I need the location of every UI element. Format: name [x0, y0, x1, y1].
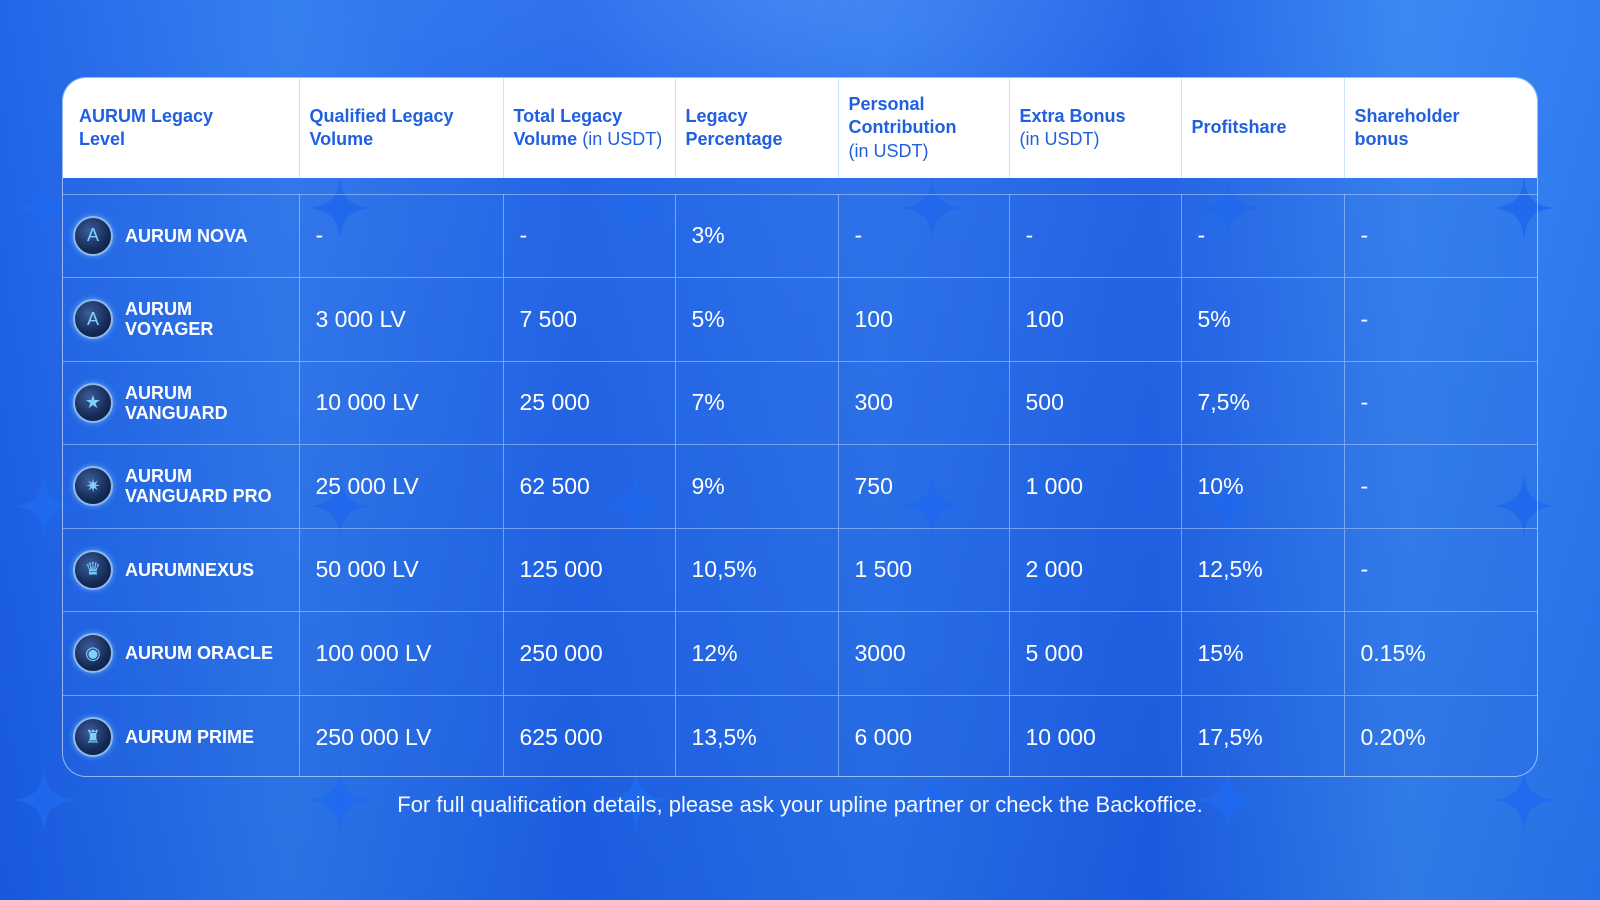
cell-profitshare: 15% [1181, 611, 1345, 695]
table-row: A AURUM NOVA - -3% - - - - [63, 193, 1537, 278]
cell-shareholder: - [1344, 360, 1537, 445]
cell-extra: 5 000 [1009, 611, 1182, 695]
cell-extra: - [1009, 193, 1182, 278]
cell-qualified: 50 000 LV [299, 527, 504, 612]
cell-qualified: 25 000 LV [299, 444, 504, 528]
cell-extra: 500 [1009, 360, 1182, 445]
cell-profitshare: 17,5% [1181, 694, 1345, 776]
cell-total: 7 500 [503, 277, 676, 361]
level-cell: A AURUM NOVA [63, 193, 300, 278]
header-extra-bonus: Extra Bonus (in USDT) [1009, 78, 1182, 178]
cell-percentage: 10,5% [675, 527, 839, 612]
cell-percentage: 9% [675, 444, 839, 528]
cell-profitshare: 10% [1181, 444, 1345, 528]
cell-personal: 1 500 [838, 527, 1010, 612]
cell-shareholder: 0.15% [1344, 611, 1537, 695]
cell-shareholder: - [1344, 527, 1537, 612]
level-cell: ◉ AURUM ORACLE [63, 611, 300, 695]
cell-shareholder: - [1344, 193, 1537, 278]
shield-a-icon: A [73, 299, 113, 340]
levels-table-card: AURUM Legacy Level Qualified Legacy Volume… [62, 77, 1538, 777]
cell-profitshare: 5% [1181, 277, 1345, 361]
star-burst-icon: ✷ [73, 466, 113, 507]
cell-qualified: 100 000 LV [299, 611, 504, 695]
cell-extra: 1 000 [1009, 444, 1182, 528]
cell-shareholder: - [1344, 444, 1537, 528]
table-row: ★ AURUM VANGUARD 10 000 LV 25 000 7% 300 500 7,… [63, 360, 1537, 445]
cell-personal: 300 [838, 360, 1010, 445]
table-row: ✷ AURUM VANGUARD PRO 25 000 LV 62 500 9% 750 1… [63, 444, 1537, 528]
level-cell: ♛ AURUMNEXUS [63, 527, 300, 612]
cell-qualified: - [299, 193, 504, 278]
shield-a-icon: A [73, 215, 113, 256]
crown-shield-icon: ♛ [73, 549, 113, 590]
eye-emblem-icon: ◉ [73, 633, 113, 674]
header-profitshare: Profitshare [1181, 78, 1345, 178]
table-header: AURUM Legacy Level Qualified Legacy Volume… [63, 78, 1537, 178]
cell-personal: - [838, 193, 1010, 278]
level-name: AURUM VANGUARD PRO [125, 466, 272, 507]
table-row: A AURUM VOYAGER 3 000 LV 7 500 5% 100 100 5% - [63, 277, 1537, 361]
level-name: AURUM VOYAGER [125, 299, 214, 340]
cell-total: - [503, 193, 676, 278]
cell-shareholder: - [1344, 277, 1537, 361]
level-name: AURUM NOVA [125, 225, 248, 246]
cell-extra: 100 [1009, 277, 1182, 361]
cell-total: 25 000 [503, 360, 676, 445]
cell-qualified: 3 000 LV [299, 277, 504, 361]
cell-total: 62 500 [503, 444, 676, 528]
cell-total: 125 000 [503, 527, 676, 612]
level-name: AURUM VANGUARD [125, 382, 228, 423]
cell-personal: 100 [838, 277, 1010, 361]
level-name: AURUM PRIME [125, 726, 254, 747]
level-cell: A AURUM VOYAGER [63, 277, 300, 361]
cell-percentage: 5% [675, 277, 839, 361]
level-name: AURUM ORACLE [125, 643, 273, 664]
header-shareholder-bonus: Shareholder bonus [1354, 105, 1460, 149]
cell-percentage: 7% [675, 360, 839, 445]
cell-extra: 2 000 [1009, 527, 1182, 612]
cell-personal: 3000 [838, 611, 1010, 695]
cell-total: 250 000 [503, 611, 676, 695]
cell-personal: 750 [838, 444, 1010, 528]
table-row: ♜ AURUM PRIME 250 000 LV 625 000 13,5% 6 000 1… [63, 694, 1537, 776]
trophy-icon: ♜ [73, 717, 113, 757]
header-legacy-percentage: Legacy Percentage [675, 78, 839, 178]
header-level: AURUM Legacy Level [63, 78, 300, 178]
table-row: ◉ AURUM ORACLE 100 000 LV 250 000 12% 3000 5 0… [63, 611, 1537, 695]
cell-personal: 6 000 [838, 694, 1010, 776]
cell-total: 625 000 [503, 694, 676, 776]
cell-percentage: 13,5% [675, 694, 839, 776]
levels-table: AURUM Legacy Level Qualified Legacy Volume… [63, 78, 1537, 776]
footer-note: For full qualification details, please a… [397, 792, 1203, 817]
table-body: A AURUM NOVA - -3% - - - - A AURUM VOYAGER 3 000 L… [63, 178, 1537, 776]
cell-percentage: 3% [675, 193, 839, 278]
cell-extra: 10 000 [1009, 694, 1182, 776]
level-cell: ♜ AURUM PRIME [63, 694, 300, 776]
header-total-volume: Total Legacy Volume (in USDT) [503, 78, 676, 178]
table-row: ♛ AURUMNEXUS 50 000 LV 125 000 10,5% 1 500 2 0… [63, 527, 1537, 612]
level-cell: ★ AURUM VANGUARD [63, 360, 300, 445]
cell-qualified: 10 000 LV [299, 360, 504, 445]
star-icon: ★ [73, 382, 113, 423]
header-qualified-volume: Qualified Legacy Volume [299, 78, 504, 178]
header-personal-contribution: Personal Contribution (in USDT) [838, 78, 1010, 178]
cell-percentage: 12% [675, 611, 839, 695]
cell-profitshare: 12,5% [1181, 527, 1345, 612]
cell-profitshare: - [1181, 193, 1345, 278]
level-name: AURUMNEXUS [125, 559, 255, 580]
cell-qualified: 250 000 LV [299, 694, 504, 776]
cell-shareholder: 0.20% [1344, 694, 1537, 776]
level-cell: ✷ AURUM VANGUARD PRO [63, 444, 300, 528]
cell-profitshare: 7,5% [1181, 360, 1345, 445]
